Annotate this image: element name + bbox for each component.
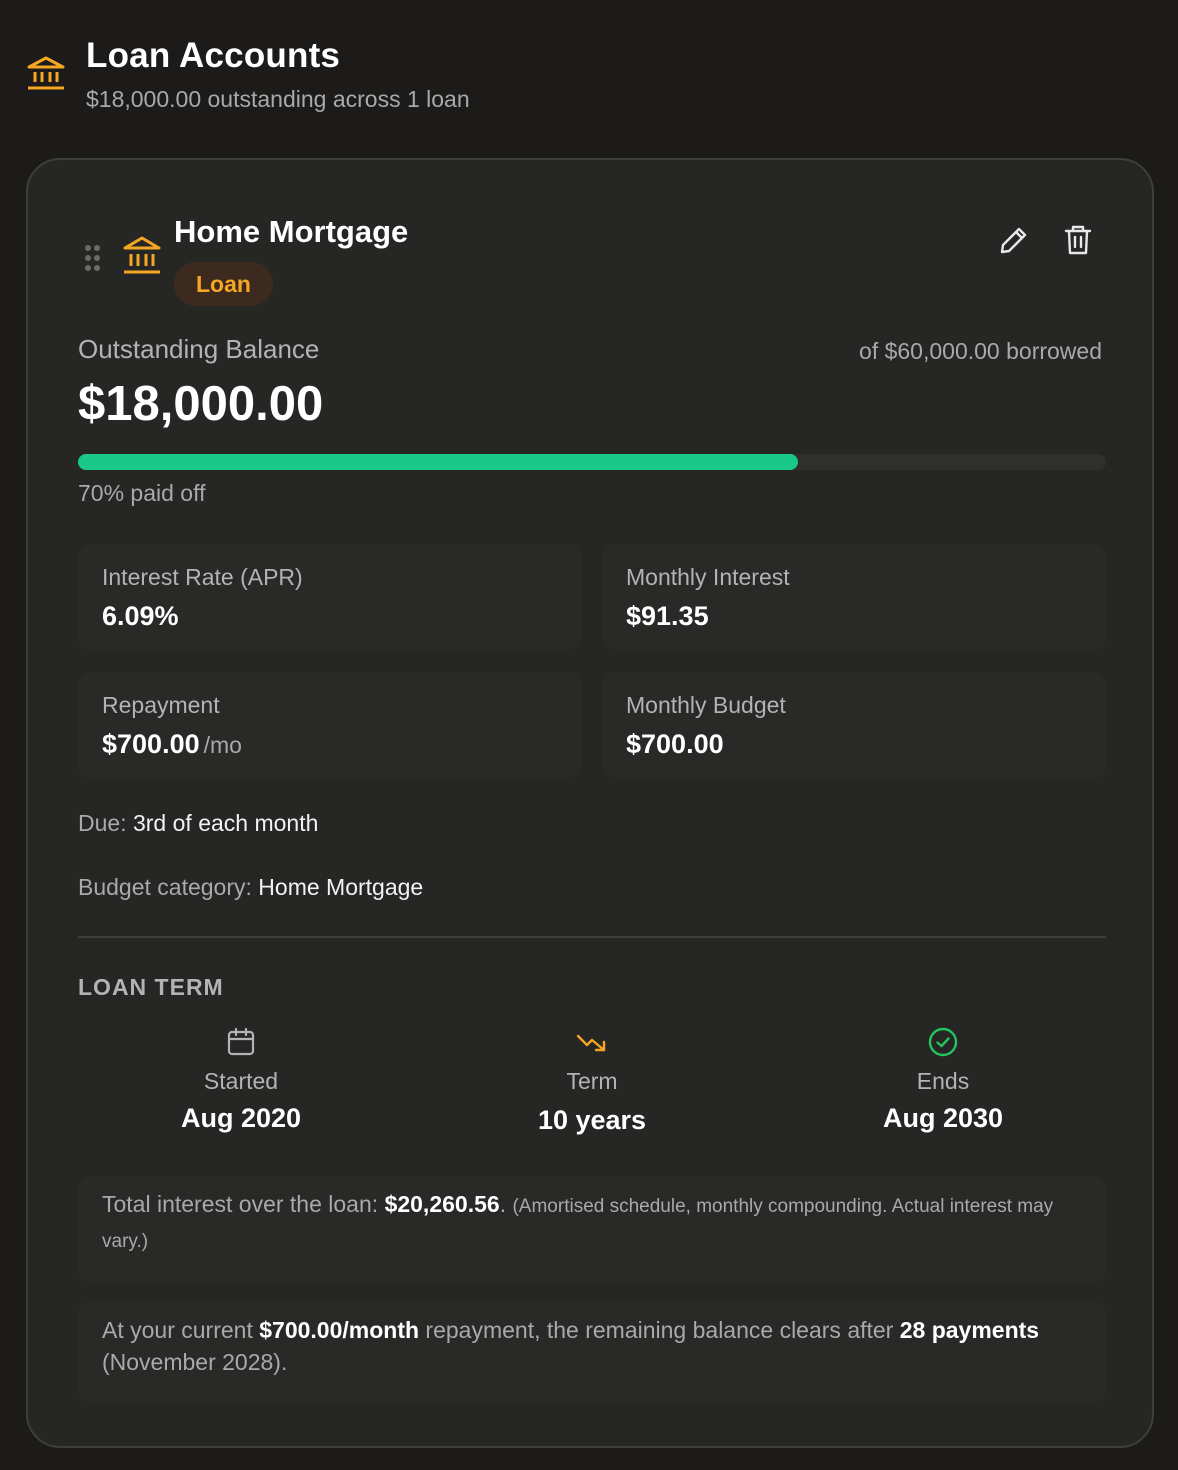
term-value: Aug 2020	[180, 1103, 302, 1133]
divider	[78, 936, 1106, 938]
calendar-icon	[227, 1027, 255, 1056]
trash-icon	[1064, 225, 1092, 255]
balance-label: Outstanding Balance	[78, 334, 320, 364]
term-value: 10 years	[537, 1105, 647, 1135]
repayment-amount: $700.00	[102, 729, 200, 759]
payoff-middle: repayment, the remaining balance clears …	[425, 1317, 894, 1343]
stat-interest-rate: Interest Rate (APR) 6.09%	[78, 544, 582, 650]
paid-off-text: 70% paid off	[78, 480, 206, 506]
repayment-progress-fill	[78, 454, 798, 470]
stat-label: Interest Rate (APR)	[102, 564, 303, 590]
bank-icon	[123, 236, 161, 274]
stat-label: Monthly Interest	[626, 564, 790, 590]
term-label: Term	[566, 1068, 618, 1094]
loan-card-header: Home Mortgage Loan	[78, 212, 1106, 312]
term-ends: Ends Aug 2030	[823, 1026, 1063, 1134]
term-label: Started	[203, 1068, 279, 1094]
due-label: Due:	[78, 810, 127, 836]
budget-category-value: Home Mortgage	[258, 874, 424, 900]
stat-monthly-interest: Monthly Interest $91.35	[602, 544, 1106, 650]
loan-type-badge: Loan	[174, 262, 273, 306]
budget-category-label: Budget category:	[78, 874, 252, 900]
total-interest-suffix: .	[499, 1191, 507, 1217]
total-interest-prefix: Total interest over the loan:	[102, 1191, 379, 1217]
payoff-date: (November 2028).	[102, 1349, 288, 1375]
page-title: Loan Accounts	[86, 36, 341, 75]
payoff-payments: 28 payments	[899, 1317, 1040, 1343]
due-value: 3rd of each month	[132, 810, 319, 836]
drag-handle-icon[interactable]	[84, 244, 102, 274]
check-circle-icon	[928, 1027, 958, 1057]
term-started: Started Aug 2020	[121, 1026, 361, 1134]
term-duration: Term 10 years	[472, 1026, 712, 1136]
repayment-progress-bar	[78, 454, 1106, 470]
outstanding-balance: $18,000.00	[78, 377, 324, 431]
loan-term-heading: LOAN TERM	[78, 974, 224, 1000]
trending-down-icon	[576, 1034, 606, 1052]
due-date-line: Due: 3rd of each month	[78, 810, 318, 837]
stat-label: Repayment	[102, 692, 220, 718]
bank-icon	[27, 56, 65, 90]
delete-loan-button[interactable]	[1058, 220, 1098, 260]
term-label: Ends	[916, 1068, 970, 1094]
term-value: Aug 2030	[882, 1103, 1004, 1133]
total-interest-amount: $20,260.56	[384, 1191, 500, 1217]
budget-category-line: Budget category: Home Mortgage	[78, 874, 423, 901]
stat-value: 6.09%	[102, 601, 179, 631]
stat-value: $91.35	[626, 601, 709, 631]
borrowed-amount: of $60,000.00 borrowed	[859, 338, 1102, 364]
pencil-icon	[1000, 227, 1027, 254]
repayment-unit: /mo	[203, 732, 242, 758]
page-subtitle: $18,000.00 outstanding across 1 loan	[86, 86, 470, 112]
loan-card: Home Mortgage Loan Outstanding Balance o…	[26, 158, 1154, 1448]
stat-monthly-budget: Monthly Budget $700.00	[602, 672, 1106, 778]
stat-value: $700.00	[626, 729, 724, 759]
payoff-prefix: At your current	[102, 1317, 253, 1343]
stat-label: Monthly Budget	[626, 692, 786, 718]
page-header: Loan Accounts $18,000.00 outstanding acr…	[26, 36, 470, 113]
loan-name: Home Mortgage	[174, 214, 409, 249]
stat-value: $700.00/mo	[102, 729, 558, 760]
stat-repayment: Repayment $700.00/mo	[78, 672, 582, 778]
total-interest-note: Total interest over the loan: $20,260.56…	[78, 1176, 1106, 1284]
payoff-amount: $700.00/month	[259, 1317, 420, 1343]
payoff-projection-note: At your current $700.00/month repayment,…	[78, 1300, 1106, 1404]
edit-loan-button[interactable]	[994, 220, 1034, 260]
